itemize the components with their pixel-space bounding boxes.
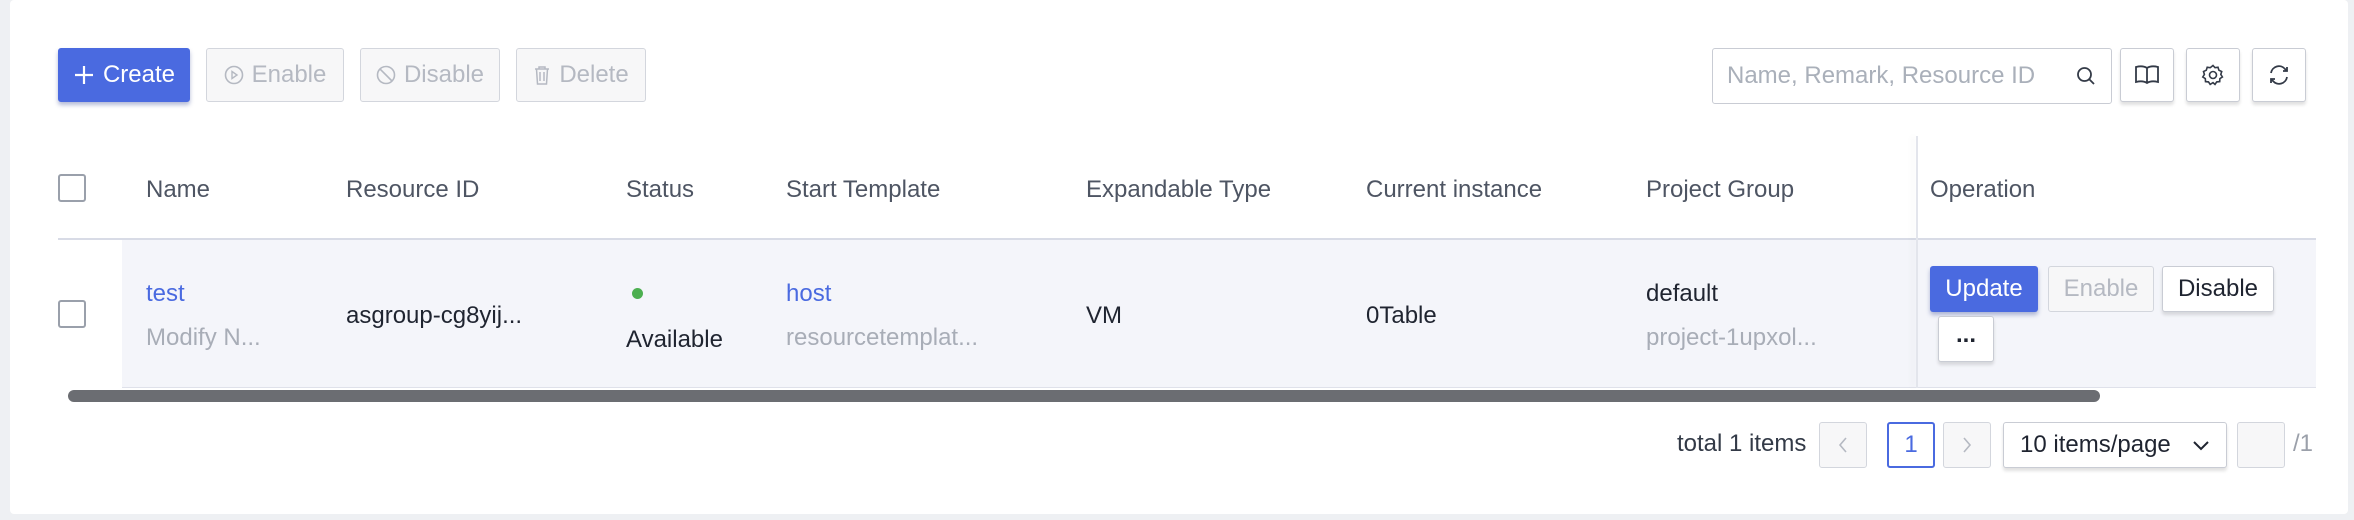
- enable-button[interactable]: Enable: [206, 48, 344, 102]
- page-size-value: 10 items/page: [2020, 431, 2171, 458]
- row-project-group: default: [1646, 280, 1719, 307]
- total-pages-text: /1: [2293, 430, 2314, 457]
- ban-icon: [376, 65, 396, 85]
- row-expandable-type: VM: [1086, 302, 1122, 329]
- row-enable-button[interactable]: Enable: [2048, 266, 2154, 312]
- row-template-id: resourcetemplat...: [786, 324, 979, 351]
- create-button[interactable]: Create: [58, 48, 190, 102]
- column-header-start-template[interactable]: Start Template: [786, 176, 940, 204]
- row-disable-button[interactable]: Disable: [2162, 266, 2274, 312]
- column-header-current-instance[interactable]: Current instance: [1366, 176, 1542, 204]
- row-current-instance: 0Table: [1366, 302, 1437, 329]
- row-remark: Modify N...: [146, 324, 261, 351]
- search-icon[interactable]: [2075, 65, 2097, 87]
- chevron-right-icon: [1963, 437, 1972, 453]
- delete-button[interactable]: Delete: [516, 48, 646, 102]
- refresh-icon: [2270, 65, 2288, 85]
- book-icon: [2135, 65, 2159, 85]
- gear-icon: [2201, 64, 2224, 86]
- column-header-project-group[interactable]: Project Group: [1646, 176, 1794, 204]
- disable-button[interactable]: Disable: [360, 48, 500, 102]
- page-number-current[interactable]: 1: [1887, 422, 1935, 468]
- search-box[interactable]: [1712, 48, 2112, 104]
- horizontal-scrollbar[interactable]: [68, 390, 2100, 402]
- status-dot: [632, 288, 643, 299]
- scaling-group-panel: Create Enable Disable Delete Name Resour…: [10, 0, 2348, 514]
- plus-icon: [74, 66, 93, 84]
- status-badge: Available: [626, 326, 723, 353]
- row-name-link[interactable]: test: [146, 280, 185, 308]
- column-header-status[interactable]: Status: [626, 176, 694, 204]
- next-page-button[interactable]: [1943, 422, 1991, 468]
- column-header-name[interactable]: Name: [146, 176, 210, 204]
- operation-column-divider: [1916, 136, 1918, 388]
- search-input[interactable]: [1727, 62, 2047, 90]
- chevron-left-icon: [1838, 437, 1847, 453]
- page-jump-input[interactable]: [2237, 422, 2285, 468]
- row-project-id: project-1upxol...: [1646, 324, 1817, 351]
- more-actions-button[interactable]: ...: [1938, 316, 1994, 362]
- chevron-down-icon: [2193, 441, 2209, 451]
- column-header-expandable-type[interactable]: Expandable Type: [1086, 176, 1271, 204]
- trash-icon: [535, 66, 550, 85]
- select-all-checkbox[interactable]: [58, 174, 86, 202]
- column-header-operation: Operation: [1930, 176, 2036, 203]
- row-template-link[interactable]: host: [786, 280, 831, 308]
- play-circle-icon: [224, 65, 243, 85]
- refresh-button[interactable]: [2252, 48, 2306, 102]
- total-items-text: total 1 items: [1677, 430, 1807, 457]
- docs-button[interactable]: [2120, 48, 2174, 102]
- prev-page-button[interactable]: [1819, 422, 1867, 468]
- settings-button[interactable]: [2186, 48, 2240, 102]
- page-size-select[interactable]: 10 items/page: [2003, 422, 2227, 468]
- row-resource-id: asgroup-cg8yij...: [346, 302, 523, 329]
- update-button[interactable]: Update: [1930, 266, 2038, 312]
- column-header-resource-id[interactable]: Resource ID: [346, 176, 479, 204]
- row-checkbox[interactable]: [58, 300, 86, 328]
